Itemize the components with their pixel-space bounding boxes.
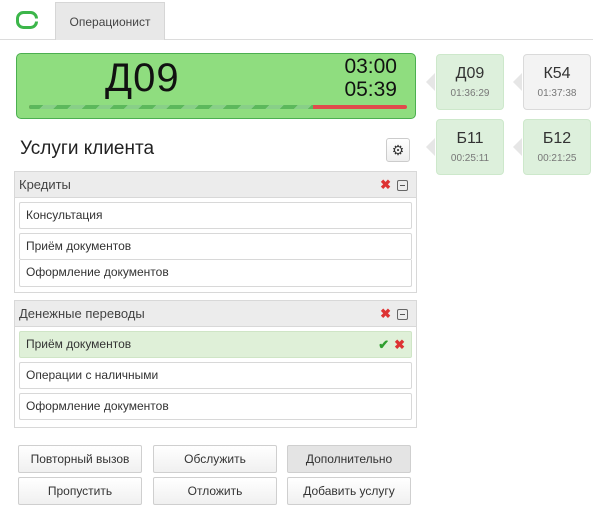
queue-ticket-number: Д09 xyxy=(455,65,485,82)
group-header: Кредиты ✖ xyxy=(15,172,416,198)
services-title: Услуги клиента xyxy=(20,138,155,159)
progress-fill xyxy=(29,105,313,109)
current-ticket-panel: Д09 03:00 05:39 xyxy=(16,53,416,119)
queue-ticket[interactable]: Б12 00:21:25 xyxy=(523,119,591,175)
service-group-credits: Кредиты ✖ Консультация Приём документов … xyxy=(14,171,417,293)
service-item-active[interactable]: Приём документов ✔ ✖ xyxy=(19,331,412,358)
add-service-button[interactable]: Добавить услугу xyxy=(287,477,411,505)
service-item-label: Приём документов xyxy=(26,337,132,351)
serve-button[interactable]: Обслужить xyxy=(153,445,277,473)
queue-ticket[interactable]: Б11 00:25:11 xyxy=(436,119,504,175)
skip-button[interactable]: Пропустить xyxy=(18,477,142,505)
current-ticket-number: Д09 xyxy=(105,56,180,100)
service-progress-bar xyxy=(29,105,407,109)
time-elapsed: 03:00 xyxy=(344,55,397,78)
gear-icon: ⚙ xyxy=(391,141,405,158)
top-bar: Операционист xyxy=(0,0,593,40)
additional-button[interactable]: Дополнительно xyxy=(287,445,411,473)
check-icon[interactable]: ✔ xyxy=(378,332,389,357)
service-item-label: Операции с наличными xyxy=(26,368,159,382)
settings-button[interactable]: ⚙ xyxy=(386,138,410,162)
service-item-label: Оформление документов xyxy=(26,399,169,413)
queue-ticket[interactable]: К54 01:37:38 xyxy=(523,54,591,110)
arrow-icon xyxy=(426,73,435,91)
logo-icon xyxy=(16,11,38,29)
group-title: Денежные переводы xyxy=(19,306,145,321)
queue-ticket-time: 00:25:11 xyxy=(450,153,490,164)
service-item[interactable]: Операции с наличными xyxy=(19,362,412,389)
close-icon[interactable]: ✖ xyxy=(380,172,391,198)
service-item[interactable]: Оформление документов xyxy=(19,393,412,420)
service-item-label: Приём документов xyxy=(26,239,132,253)
queue-ticket[interactable]: Д09 01:36:29 xyxy=(436,54,504,110)
close-icon[interactable]: ✖ xyxy=(380,301,391,327)
service-item-label: Оформление документов xyxy=(26,265,169,279)
queue-ticket-number: Б11 xyxy=(456,130,484,147)
arrow-icon xyxy=(513,138,522,156)
group-header: Денежные переводы ✖ xyxy=(15,301,416,327)
queue-ticket-number: Б12 xyxy=(542,130,572,147)
queue-ticket-number: К54 xyxy=(543,65,571,82)
arrow-icon xyxy=(426,138,435,156)
service-group-transfers: Денежные переводы ✖ Приём документов ✔ ✖… xyxy=(14,300,417,428)
repeat-call-button[interactable]: Повторный вызов xyxy=(18,445,142,473)
arrow-icon xyxy=(513,73,522,91)
service-item[interactable]: Консультация xyxy=(19,202,412,229)
close-icon[interactable]: ✖ xyxy=(394,332,405,357)
collapse-icon[interactable] xyxy=(397,179,408,191)
queue-ticket-time: 00:21:25 xyxy=(537,153,577,164)
service-item-label: Консультация xyxy=(26,208,103,222)
service-item[interactable]: Приём документов xyxy=(19,233,412,260)
queue-ticket-time: 01:36:29 xyxy=(450,88,490,99)
time-total: 05:39 xyxy=(344,78,397,101)
group-title: Кредиты xyxy=(19,177,71,192)
current-ticket-times: 03:00 05:39 xyxy=(317,55,397,101)
queue-ticket-time: 01:37:38 xyxy=(537,88,577,99)
postpone-button[interactable]: Отложить xyxy=(153,477,277,505)
collapse-icon[interactable] xyxy=(397,308,408,320)
tab-operator[interactable]: Операционист xyxy=(55,2,165,40)
service-item[interactable]: Оформление документов xyxy=(19,260,412,287)
